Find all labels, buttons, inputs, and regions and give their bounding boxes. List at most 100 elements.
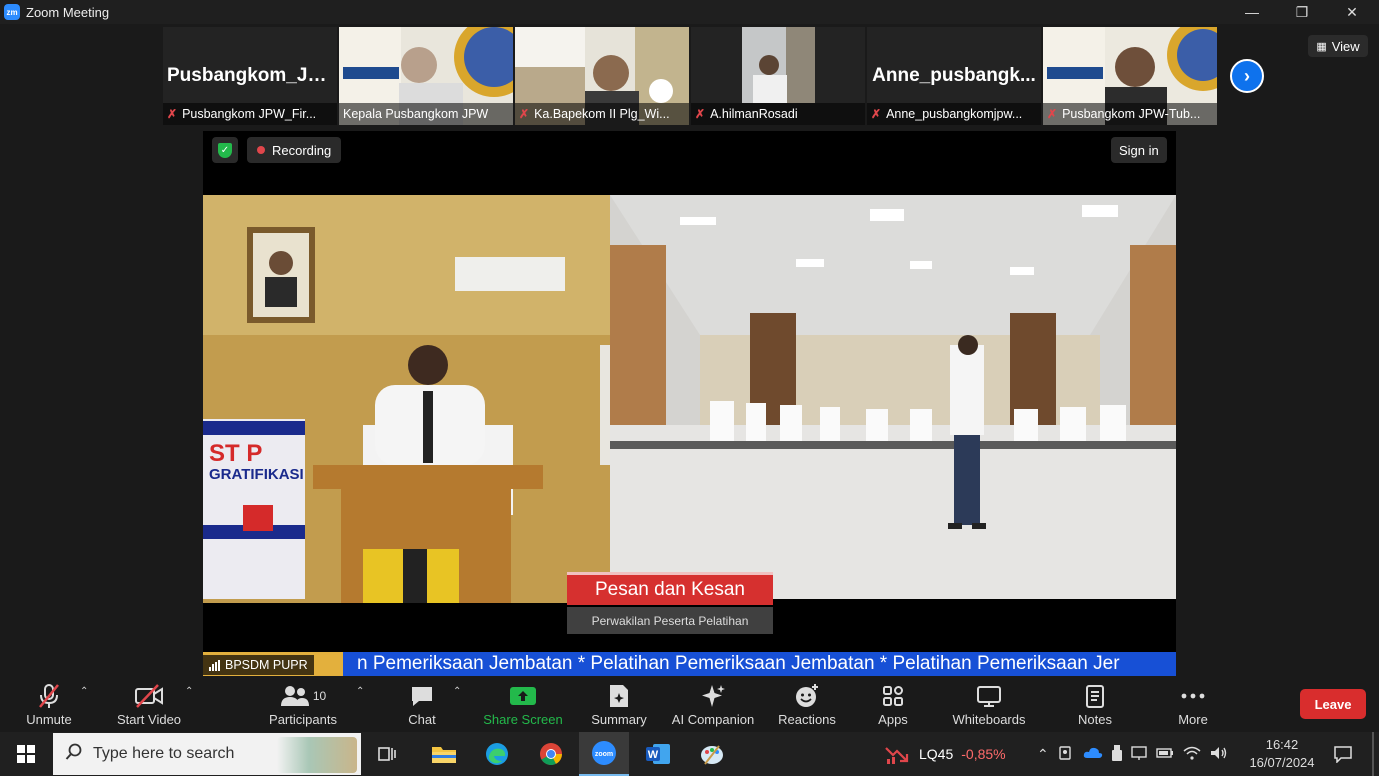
- window-title: Zoom Meeting: [26, 4, 110, 20]
- windows-start-icon[interactable]: [0, 732, 52, 776]
- share-screen-button[interactable]: Share Screen: [480, 676, 566, 732]
- chevron-up-icon[interactable]: ⌃: [356, 686, 364, 697]
- sparkle-icon: [700, 682, 726, 710]
- wifi-icon[interactable]: [1183, 746, 1201, 763]
- shared-screen: ✓ Recording Sign in ST P GRATIFIKASI Pes…: [203, 131, 1176, 676]
- show-desktop-strip[interactable]: [1372, 732, 1374, 776]
- poster-text: GRATIFIKASI: [209, 466, 304, 483]
- search-placeholder: Type here to search: [93, 745, 235, 762]
- system-tray: ⌃: [1037, 732, 1228, 776]
- search-icon: [65, 743, 83, 766]
- summary-button[interactable]: Summary: [586, 676, 652, 732]
- onedrive-icon[interactable]: [1083, 746, 1103, 763]
- chrome-browser-icon[interactable]: [531, 732, 571, 776]
- view-button[interactable]: ▦ View: [1308, 35, 1368, 57]
- participant-tile[interactable]: ✗ Pusbangkom JPW-Tub...: [1043, 27, 1217, 125]
- emoji-icon: [794, 682, 820, 710]
- participant-tile[interactable]: Pusbangkom_JP... ✗ Pusbangkom JPW_Fir...: [163, 27, 337, 125]
- participant-tile[interactable]: ✗ A.hilmanRosadi: [691, 27, 865, 125]
- start-video-button[interactable]: Start Video: [112, 676, 186, 732]
- participant-tile[interactable]: ✗ Ka.Bapekom II Plg_Wi...: [515, 27, 689, 125]
- chevron-up-icon[interactable]: ⌃: [185, 686, 193, 697]
- recording-dot-icon: [257, 146, 265, 154]
- notes-button[interactable]: Notes: [1070, 676, 1120, 732]
- zoom-taskbar-icon[interactable]: zoom: [579, 732, 629, 776]
- meet-now-icon[interactable]: [1058, 745, 1074, 764]
- ai-companion-button[interactable]: AI Companion: [668, 676, 758, 732]
- presenter-label: BPSDM PUPR: [203, 655, 314, 675]
- stock-widget[interactable]: LQ45 -0,85%: [885, 732, 1006, 776]
- clock[interactable]: 16:42 16/07/2024: [1244, 732, 1320, 776]
- chevron-right-icon: ›: [1244, 65, 1250, 86]
- classroom-video: [610, 195, 1176, 599]
- participant-tile[interactable]: Kepala Pusbangkom JPW: [339, 27, 513, 125]
- stock-chart-icon: [885, 742, 911, 767]
- whiteboards-button[interactable]: Whiteboards: [944, 676, 1034, 732]
- participant-label: ✗ A.hilmanRosadi: [691, 103, 865, 125]
- news-ticker: n Pemeriksaan Jembatan * Pelatihan Pemer…: [203, 652, 1176, 676]
- edge-browser-icon[interactable]: [477, 732, 517, 776]
- signal-bars-icon: [209, 659, 220, 671]
- caption-subtitle: Perwakilan Peserta Pelatihan: [567, 607, 773, 634]
- zoom-logo-icon: zm: [4, 4, 20, 20]
- battery-icon[interactable]: [1156, 747, 1174, 762]
- file-explorer-icon[interactable]: [424, 732, 464, 776]
- muted-mic-icon: ✗: [167, 107, 178, 121]
- svg-text:zoom: zoom: [595, 751, 613, 758]
- participants-count: 10: [312, 689, 327, 703]
- meeting-toolbar: Unmute ⌃ Start Video ⌃ 10 Participants ⌃…: [0, 676, 1379, 732]
- paint-icon[interactable]: [692, 732, 732, 776]
- participants-icon: 10: [280, 682, 326, 710]
- participant-name-big: Pusbangkom_JP...: [167, 65, 334, 86]
- participants-button[interactable]: 10 Participants: [262, 676, 344, 732]
- more-button[interactable]: More: [1170, 676, 1216, 732]
- muted-mic-icon: ✗: [1047, 107, 1058, 121]
- poster-text: ST P: [209, 440, 262, 467]
- windows-taskbar: Type here to search zoom W LQ45 -0,85% ⌃: [0, 732, 1379, 776]
- share-screen-icon: [509, 682, 537, 710]
- participant-label: Kepala Pusbangkom JPW: [339, 103, 513, 125]
- grid-icon: ▦: [1316, 40, 1327, 53]
- muted-mic-icon: ✗: [695, 107, 706, 121]
- recording-indicator[interactable]: Recording: [247, 137, 342, 163]
- stock-change: -0,85%: [961, 746, 1006, 762]
- clock-date: 16/07/2024: [1249, 755, 1315, 770]
- participant-tile[interactable]: Anne_pusbangk... ✗ Anne_pusbangkomjpw...: [867, 27, 1041, 125]
- mic-muted-icon: [36, 682, 62, 710]
- whiteboard-icon: [976, 682, 1002, 710]
- restore-icon[interactable]: ❐: [1277, 0, 1327, 24]
- summary-icon: [608, 682, 630, 710]
- minimize-icon[interactable]: —: [1227, 0, 1277, 24]
- chat-icon: [409, 682, 435, 710]
- word-icon[interactable]: W: [638, 732, 678, 776]
- volume-icon[interactable]: [1210, 746, 1228, 763]
- participant-strip: Pusbangkom_JP... ✗ Pusbangkom JPW_Fir... …: [163, 27, 1217, 125]
- participant-name-big: Anne_pusbangk...: [872, 65, 1036, 86]
- display-icon[interactable]: [1131, 745, 1147, 764]
- next-page-button[interactable]: ›: [1230, 59, 1264, 93]
- chevron-up-icon[interactable]: ⌃: [80, 686, 88, 697]
- notes-icon: [1084, 682, 1106, 710]
- sign-in-button[interactable]: Sign in: [1111, 137, 1167, 163]
- leave-button[interactable]: Leave: [1300, 689, 1366, 719]
- notifications-icon[interactable]: [1330, 732, 1356, 776]
- chevron-up-icon[interactable]: ⌃: [453, 686, 461, 697]
- stock-symbol: LQ45: [919, 746, 954, 762]
- muted-mic-icon: ✗: [871, 107, 882, 121]
- apps-button[interactable]: Apps: [868, 676, 918, 732]
- security-shield-icon[interactable]: ✓: [212, 137, 238, 163]
- title-bar: zm Zoom Meeting — ❐ ✕: [0, 0, 1379, 24]
- task-view-icon[interactable]: [372, 732, 402, 776]
- taskbar-search-box[interactable]: Type here to search: [53, 733, 361, 775]
- reactions-button[interactable]: Reactions: [774, 676, 840, 732]
- unmute-button[interactable]: Unmute: [18, 676, 80, 732]
- muted-mic-icon: ✗: [519, 107, 530, 121]
- chevron-up-icon[interactable]: ⌃: [1037, 746, 1049, 763]
- apps-icon: [881, 682, 905, 710]
- close-icon[interactable]: ✕: [1327, 0, 1377, 24]
- more-dots-icon: [1180, 682, 1206, 710]
- participant-label: ✗ Pusbangkom JPW_Fir...: [163, 103, 337, 125]
- clock-time: 16:42: [1265, 737, 1299, 752]
- usb-drive-icon[interactable]: [1111, 744, 1122, 764]
- chat-button[interactable]: Chat: [400, 676, 444, 732]
